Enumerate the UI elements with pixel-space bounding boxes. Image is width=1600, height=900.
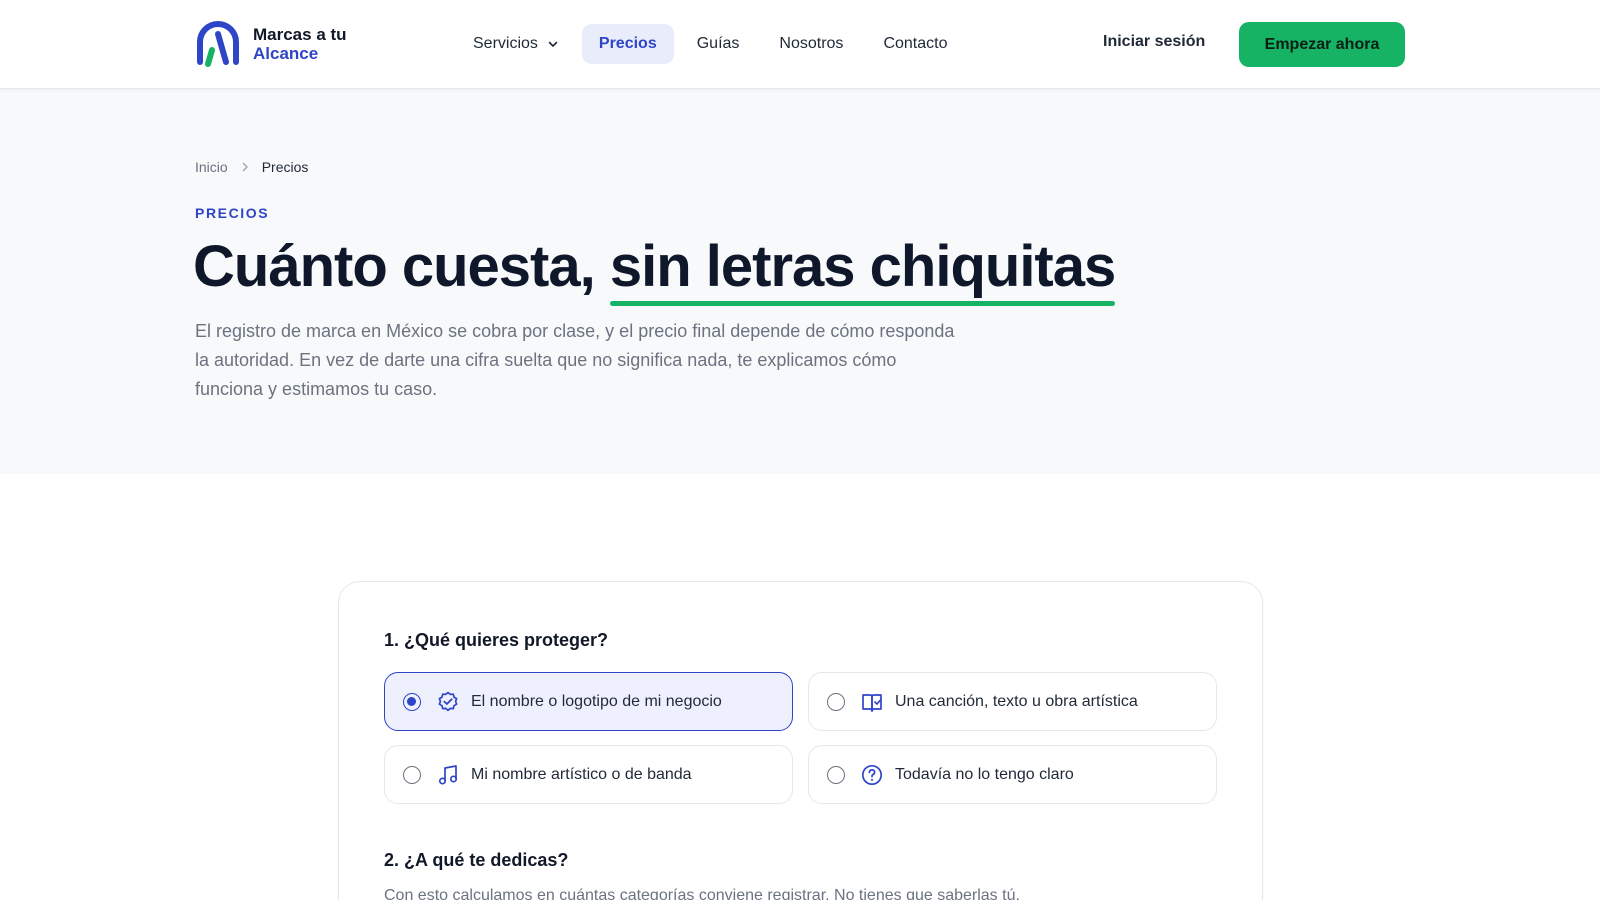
nav-item-label: Guías [696, 35, 740, 52]
logo-icon [197, 21, 239, 67]
music-note-icon [438, 764, 458, 785]
question-2-subtitle: Con esto calculamos en cuántas categoría… [384, 887, 1020, 900]
hero-description: El registro de marca en México se cobra … [195, 321, 955, 399]
radio-button[interactable] [403, 765, 421, 784]
nav-item-servicios[interactable]: Servicios [456, 24, 576, 64]
option-not-sure[interactable]: Todavía no lo tengo claro [808, 745, 1217, 804]
option-label: Mi nombre artístico o de banda [471, 765, 692, 783]
nav-item-nosotros[interactable]: Nosotros [762, 24, 860, 64]
question-circle-icon [861, 764, 883, 785]
chevron-right-icon [242, 162, 248, 172]
radio-button[interactable] [827, 765, 845, 784]
option-label: El nombre o logotipo de mi negocio [471, 692, 722, 710]
option-artistic-work[interactable]: Una canción, texto u obra artística [808, 672, 1217, 731]
question-1-options: El nombre o logotipo de mi negocio Una c… [384, 672, 1220, 804]
nav-item-precios[interactable]: Precios [581, 24, 674, 64]
hero-section: Inicio Precios PRECIOS Cuánto cuesta, si… [0, 89, 1600, 474]
book-open-icon [862, 693, 882, 712]
nav-item-label: Servicios [473, 35, 538, 52]
option-artist-band-name[interactable]: Mi nombre artístico o de banda [384, 745, 793, 804]
section-eyebrow: PRECIOS [195, 205, 270, 221]
question-2-title: 2. ¿A qué te dedicas? [384, 850, 569, 870]
nav-item-label: Contacto [883, 35, 948, 52]
option-business-name-logo[interactable]: El nombre o logotipo de mi negocio [384, 672, 793, 731]
logo[interactable]: Marcas a tu Alcance [195, 20, 347, 68]
breadcrumb-current: Precios [261, 159, 309, 175]
radio-button-checked[interactable] [403, 692, 421, 711]
page-title-highlight: sin letras chiquitas [609, 231, 1116, 306]
page-title-part: Cuánto cuesta, [193, 234, 610, 299]
option-label: Una canción, texto u obra artística [895, 692, 1138, 710]
page-title: Cuánto cuesta, sin letras chiquitas [193, 231, 1116, 306]
breadcrumb-home-link[interactable]: Inicio [195, 159, 228, 175]
nav-item-contacto[interactable]: Contacto [866, 24, 964, 64]
option-label: Todavía no lo tengo claro [895, 765, 1074, 783]
nav-item-label: Nosotros [779, 35, 844, 52]
price-estimator-card: 1. ¿Qué quieres proteger? El nombre o lo… [338, 581, 1263, 900]
nav-item-guias[interactable]: Guías [680, 24, 757, 64]
logo-line-2: Alcance [253, 44, 319, 63]
login-link[interactable]: Iniciar sesión [1103, 33, 1205, 51]
logo-wordmark: Marcas a tu Alcance [253, 25, 347, 63]
start-now-button[interactable]: Empezar ahora [1239, 22, 1405, 67]
radio-button[interactable] [827, 692, 845, 711]
nav-item-label: Precios [598, 35, 657, 52]
site-header: Marcas a tu Alcance Servicios Precios Gu… [0, 0, 1600, 89]
question-1-title: 1. ¿Qué quieres proteger? [384, 630, 609, 650]
logo-line-1: Marcas a tu [253, 25, 347, 44]
breadcrumb: Inicio Precios [195, 159, 308, 175]
main-nav: Servicios Precios Guías Nosotros Contact… [456, 24, 970, 64]
chevron-down-icon [548, 41, 558, 47]
badge-check-icon [438, 691, 458, 711]
